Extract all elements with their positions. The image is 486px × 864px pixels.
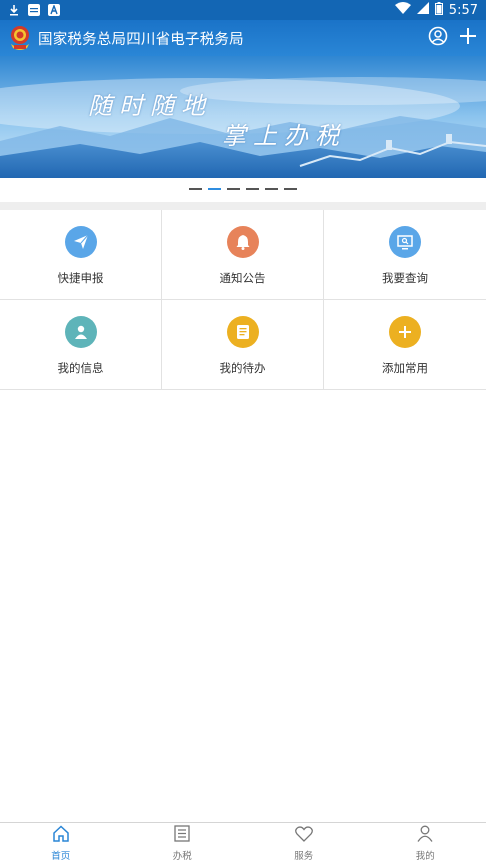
monitor-search-icon xyxy=(389,226,421,258)
download-icon xyxy=(8,4,20,16)
grid-item-quick-declare[interactable]: 快捷申报 xyxy=(0,210,162,300)
status-time: 5:57 xyxy=(448,2,478,18)
banner-indicator[interactable] xyxy=(246,188,259,190)
banner-slogan-line2: 掌上办税 xyxy=(222,122,346,150)
grid-item-label: 快捷申报 xyxy=(57,271,104,285)
nav-label: 我的 xyxy=(415,851,435,862)
nav-label: 办税 xyxy=(172,851,192,862)
bottom-nav: 首页 办税 服务 我的 xyxy=(0,822,486,864)
list-icon xyxy=(174,825,190,846)
user-icon[interactable] xyxy=(428,26,448,50)
grid-item-my-todo[interactable]: 我的待办 xyxy=(162,300,324,390)
plus-icon xyxy=(389,316,421,348)
message-icon xyxy=(28,4,40,16)
battery-icon xyxy=(434,1,443,19)
nav-item-mine[interactable]: 我的 xyxy=(365,823,486,864)
status-right-icons: 5:57 xyxy=(394,1,478,19)
status-bar: 5:57 xyxy=(0,0,486,20)
banner-indicator[interactable] xyxy=(284,188,297,190)
status-left-icons xyxy=(8,4,60,16)
nav-label: 首页 xyxy=(51,851,71,862)
nav-label: 服务 xyxy=(294,850,314,862)
grid-item-add-favorite[interactable]: 添加常用 xyxy=(324,300,486,390)
profile-icon xyxy=(417,825,433,846)
function-grid: 快捷申报 通知公告 我要查询 我的信息 我的待办 添加常用 xyxy=(0,210,486,390)
home-icon xyxy=(52,825,70,846)
banner-indicators xyxy=(0,182,486,196)
heart-icon xyxy=(294,825,313,846)
grid-item-label: 通知公告 xyxy=(219,271,266,285)
app-a-icon xyxy=(48,4,60,16)
grid-item-notice[interactable]: 通知公告 xyxy=(162,210,324,300)
app-title: 国家税务总局四川省电子税务局 xyxy=(38,31,244,48)
nav-item-service[interactable]: 服务 xyxy=(243,823,365,864)
nav-item-tax[interactable]: 办税 xyxy=(122,823,244,864)
paper-plane-icon xyxy=(64,226,97,258)
grid-item-label: 添加常用 xyxy=(382,361,428,375)
banner-indicator-active[interactable] xyxy=(208,188,221,190)
grid-item-label: 我要查询 xyxy=(382,271,428,285)
grid-item-label: 我的信息 xyxy=(57,361,104,375)
signal-icon xyxy=(416,2,429,18)
banner-indicator[interactable] xyxy=(227,188,240,190)
banner[interactable]: 随时随地 掌上办税 xyxy=(0,56,486,178)
grid-item-query[interactable]: 我要查询 xyxy=(324,210,486,300)
banner-indicator[interactable] xyxy=(265,188,278,190)
app-bar: 国家税务总局四川省电子税务局 xyxy=(0,20,486,56)
grid-item-my-info[interactable]: 我的信息 xyxy=(0,300,162,390)
section-divider xyxy=(0,202,486,210)
bell-icon xyxy=(226,226,259,258)
nav-item-home[interactable]: 首页 xyxy=(0,823,122,864)
wifi-icon xyxy=(394,2,411,18)
emblem-icon xyxy=(8,24,32,52)
grid-item-label: 我的待办 xyxy=(219,361,266,375)
add-icon[interactable] xyxy=(458,26,478,50)
person-icon xyxy=(64,316,97,348)
banner-slogan-line1: 随时随地 xyxy=(88,92,212,120)
document-icon xyxy=(226,316,259,348)
banner-indicator[interactable] xyxy=(189,188,202,190)
